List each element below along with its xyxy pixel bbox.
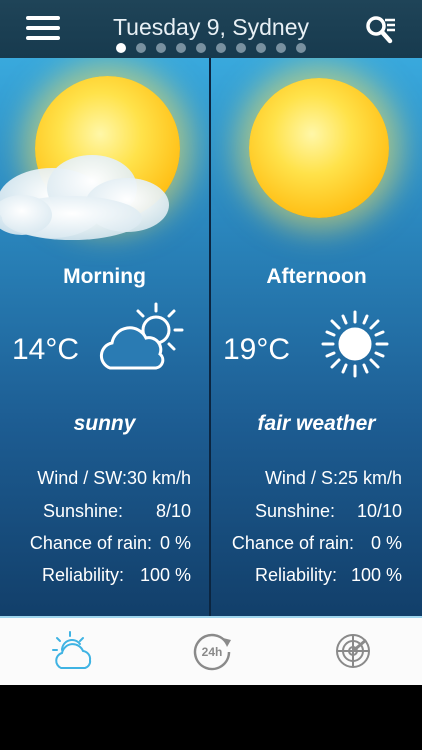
- page-dot[interactable]: [176, 43, 186, 53]
- rain-value: 0 %: [159, 533, 191, 553]
- radar-tab[interactable]: [328, 626, 378, 676]
- sunshine-label: Sunshine:: [42, 501, 123, 521]
- sunshine-value: 8/10: [155, 501, 191, 521]
- sun-icon: [321, 310, 389, 378]
- condition-text: sunny: [73, 412, 136, 435]
- sun-cloud-tab-icon: [52, 631, 92, 669]
- sun-cloud-icon: [99, 302, 184, 370]
- wind-text: Wind / S:25 km/h: [264, 468, 402, 488]
- page-dot[interactable]: [216, 43, 226, 53]
- reliability-label: Reliability:: [254, 565, 337, 585]
- period-label: Morning: [63, 265, 146, 288]
- page-dot[interactable]: [136, 43, 146, 53]
- page-dot[interactable]: [256, 43, 266, 53]
- search-button[interactable]: [364, 14, 398, 46]
- page-dot[interactable]: [236, 43, 246, 53]
- wind-text: Wind / SW:30 km/h: [37, 468, 191, 488]
- morning-panel: Morning 14°C sunny Wind / SW:30 km/h Sun…: [0, 58, 209, 616]
- svg-text:24h: 24h: [202, 645, 223, 659]
- 24h-tab[interactable]: 24h: [187, 626, 237, 676]
- reliability-value: 100 %: [350, 565, 402, 585]
- sunshine-label: Sunshine:: [254, 501, 335, 521]
- rain-label: Chance of rain:: [29, 533, 152, 553]
- reliability-value: 100 %: [139, 565, 191, 585]
- forecast-tab[interactable]: [48, 626, 98, 676]
- temperature: 19°C: [223, 333, 291, 366]
- cloud-illustration: [0, 155, 169, 240]
- page-dot[interactable]: [116, 43, 126, 53]
- page-dot[interactable]: [156, 43, 166, 53]
- top-bar: Tuesday 9, Sydney: [0, 0, 422, 58]
- afternoon-panel: Afternoon 19°C fair weather Wind / S:25 …: [211, 58, 422, 616]
- period-label: Afternoon: [266, 265, 367, 288]
- bottom-tab-bar: 24h: [0, 616, 422, 685]
- sun-illustration: [249, 78, 389, 218]
- page-dot[interactable]: [276, 43, 286, 53]
- search-icon: [366, 16, 395, 44]
- rain-label: Chance of rain:: [231, 533, 354, 553]
- sunshine-value: 10/10: [356, 501, 402, 521]
- page-dot[interactable]: [196, 43, 206, 53]
- rain-value: 0 %: [370, 533, 402, 553]
- radar-icon: [336, 634, 370, 668]
- page-dot[interactable]: [296, 43, 306, 53]
- 24h-clock-icon: 24h: [193, 633, 231, 671]
- condition-text: fair weather: [257, 412, 376, 435]
- page-indicator[interactable]: [0, 43, 422, 53]
- temperature: 14°C: [12, 333, 80, 366]
- reliability-label: Reliability:: [41, 565, 124, 585]
- page-title: Tuesday 9, Sydney: [112, 14, 310, 40]
